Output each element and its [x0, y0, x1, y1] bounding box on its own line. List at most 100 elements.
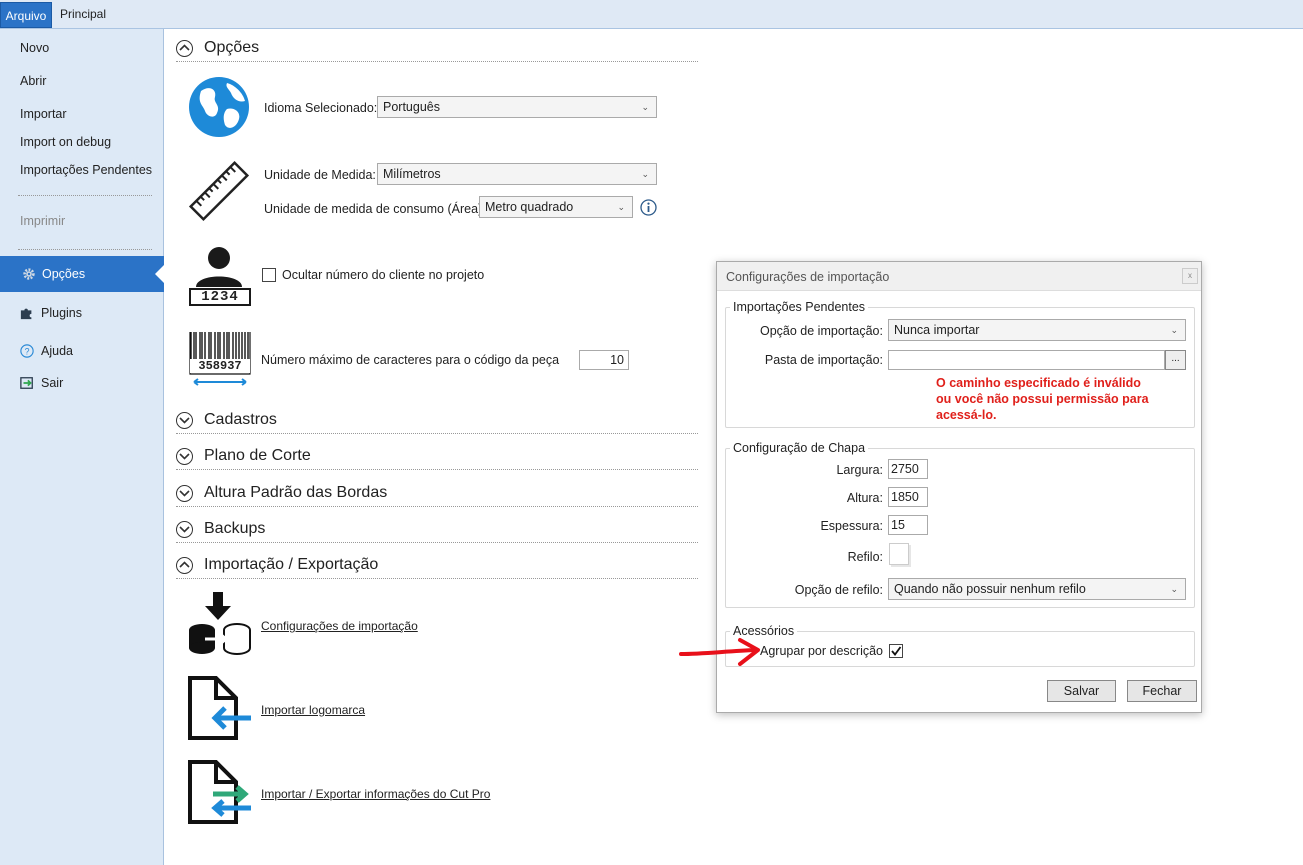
- dialog-titlebar: Configurações de importação x: [717, 262, 1201, 291]
- language-label: Idioma Selecionado:: [264, 101, 378, 115]
- sidebar-item-import-debug[interactable]: Import on debug: [20, 135, 111, 149]
- sidebar-item-exit[interactable]: Sair: [41, 376, 63, 390]
- thickness-input[interactable]: 15: [888, 515, 928, 535]
- sidebar-item-new[interactable]: Novo: [20, 41, 49, 55]
- section-title: Opções: [204, 39, 260, 56]
- info-icon[interactable]: [640, 199, 657, 216]
- area-unit-label: Unidade de medida de consumo (Área):: [264, 202, 486, 216]
- section-title: Importação / Exportação: [204, 556, 379, 573]
- help-icon: ?: [20, 344, 34, 358]
- annotation-arrow-icon: [679, 638, 760, 666]
- import-option-value: Nunca importar: [894, 323, 980, 337]
- import-settings-link[interactable]: Configurações de importação: [261, 619, 418, 633]
- client-number: 1234: [201, 289, 239, 305]
- height-input[interactable]: 1850: [888, 487, 928, 507]
- chevron-down-icon: [176, 448, 193, 465]
- width-input[interactable]: 2750: [888, 459, 928, 479]
- close-icon[interactable]: x: [1182, 268, 1198, 284]
- globe-icon: [189, 77, 249, 137]
- import-settings-icon: [189, 592, 251, 655]
- puzzle-icon: [20, 308, 32, 320]
- sidebar-item-open[interactable]: Abrir: [20, 74, 46, 88]
- sidebar-item-pending[interactable]: Importações Pendentes: [20, 163, 152, 177]
- section-title: Plano de Corte: [204, 447, 311, 464]
- hide-client-checkbox[interactable]: [262, 268, 276, 282]
- import-option-label: Opção de importação:: [760, 324, 883, 338]
- error-message-line-3: acessá-lo.: [936, 408, 997, 422]
- section-import-export-header[interactable]: Importação / Exportação: [176, 555, 698, 579]
- chevron-down-icon: ⌄: [617, 202, 625, 212]
- section-cadastros-header[interactable]: Cadastros: [176, 410, 698, 434]
- dialog-title: Configurações de importação: [726, 270, 890, 284]
- section-options-header[interactable]: Opções: [176, 38, 698, 62]
- sidebar-item-print[interactable]: Imprimir: [20, 214, 65, 228]
- chevron-up-icon: [176, 557, 193, 574]
- unit-label: Unidade de Medida:: [264, 168, 376, 182]
- sidebar-item-plugins[interactable]: Plugins: [41, 306, 82, 320]
- pending-imports-group-title: Importações Pendentes: [730, 300, 869, 314]
- section-title: Backups: [204, 520, 266, 537]
- section-title: Cadastros: [204, 411, 277, 428]
- trim-checkbox[interactable]: [889, 543, 909, 565]
- tab-home[interactable]: Principal: [60, 7, 106, 21]
- import-folder-input[interactable]: [888, 350, 1165, 370]
- chevron-down-icon: ⌄: [1170, 325, 1178, 335]
- accessories-group-title: Acessórios: [730, 624, 798, 638]
- exit-icon: [20, 377, 33, 389]
- unit-select[interactable]: Milímetros ⌄: [377, 163, 657, 185]
- section-backups-header[interactable]: Backups: [176, 519, 698, 543]
- import-export-link[interactable]: Importar / Exportar informações do Cut P…: [261, 787, 490, 801]
- width-label: Largura:: [836, 463, 883, 477]
- save-button[interactable]: Salvar: [1047, 680, 1116, 702]
- chevron-down-icon: [176, 485, 193, 502]
- svg-text:?: ?: [25, 347, 30, 357]
- chevron-down-icon: [176, 521, 193, 538]
- section-cutting-plan-header[interactable]: Plano de Corte: [176, 446, 698, 470]
- group-by-description-checkbox[interactable]: [889, 644, 903, 658]
- area-unit-select[interactable]: Metro quadrado ⌄: [479, 196, 633, 218]
- chevron-down-icon: ⌄: [641, 169, 649, 179]
- sidebar-item-help[interactable]: Ajuda: [41, 344, 73, 358]
- sidebar-item-import[interactable]: Importar: [20, 107, 67, 121]
- area-unit-value: Metro quadrado: [485, 200, 574, 214]
- language-value: Português: [383, 100, 440, 114]
- trim-option-value: Quando não possuir nenhum refilo: [894, 582, 1086, 596]
- sidebar-separator: [18, 249, 152, 250]
- section-title: Altura Padrão das Bordas: [204, 484, 388, 501]
- trim-label: Refilo:: [847, 550, 883, 564]
- chevron-up-icon: [176, 40, 193, 57]
- backstage-sidebar: Novo Abrir Importar Import on debug Impo…: [0, 29, 165, 865]
- import-option-select[interactable]: Nunca importar ⌄: [888, 319, 1186, 341]
- error-message-line-1: O caminho especificado é inválido: [936, 376, 1141, 390]
- browse-button[interactable]: ...: [1165, 350, 1186, 370]
- tab-file[interactable]: Arquivo: [0, 2, 52, 28]
- sidebar-separator: [18, 195, 152, 196]
- checkmark-icon: [891, 646, 902, 656]
- trim-option-select[interactable]: Quando não possuir nenhum refilo ⌄: [888, 578, 1186, 600]
- group-by-description-label: Agrupar por descrição: [760, 644, 883, 658]
- sidebar-item-options-label: Opções: [42, 267, 86, 281]
- thickness-label: Espessura:: [820, 519, 883, 533]
- import-logo-link[interactable]: Importar logomarca: [261, 703, 365, 717]
- max-chars-label: Número máximo de caracteres para o códig…: [261, 353, 560, 367]
- import-settings-dialog: Configurações de importação x Importaçõe…: [716, 261, 1202, 713]
- import-export-icon: [188, 760, 251, 824]
- sidebar-item-options[interactable]: Opções: [0, 256, 165, 292]
- chevron-down-icon: ⌄: [641, 102, 649, 112]
- chevron-down-icon: ⌄: [1170, 584, 1178, 594]
- import-logo-icon: [188, 676, 251, 740]
- max-chars-input[interactable]: 10: [579, 350, 629, 370]
- error-message-line-2: ou você não possui permissão para: [936, 392, 1149, 406]
- chevron-down-icon: [176, 412, 193, 429]
- height-label: Altura:: [846, 491, 883, 505]
- ribbon: Arquivo Principal: [0, 0, 1303, 29]
- ruler-icon: [188, 160, 250, 222]
- trim-option-label: Opção de refilo:: [794, 583, 883, 597]
- section-edge-height-header[interactable]: Altura Padrão das Bordas: [176, 483, 698, 507]
- language-select[interactable]: Português ⌄: [377, 96, 657, 118]
- hide-client-label: Ocultar número do cliente no projeto: [282, 268, 485, 282]
- barcode-number: 358937: [190, 359, 250, 373]
- import-folder-label: Pasta de importação:: [764, 353, 883, 367]
- close-button[interactable]: Fechar: [1127, 680, 1197, 702]
- sheet-config-group-title: Configuração de Chapa: [730, 441, 869, 455]
